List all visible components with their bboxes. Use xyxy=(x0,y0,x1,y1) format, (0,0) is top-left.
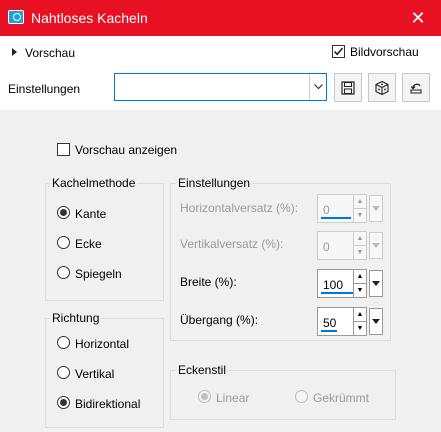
bildvorschau-checkbox[interactable] xyxy=(332,45,345,58)
radio-gekruemmt-label[interactable]: Gekrümmt xyxy=(313,391,369,405)
show-preview-checkbox[interactable] xyxy=(57,143,70,156)
caret-down-icon xyxy=(372,206,380,211)
caret-down-icon xyxy=(372,281,380,286)
radio-ecke[interactable] xyxy=(57,236,70,249)
horizontalversatz-slider-fill xyxy=(321,217,351,219)
spin-up-icon[interactable]: ▲ xyxy=(354,308,366,322)
reset-button[interactable] xyxy=(402,73,430,102)
radio-vertikal[interactable] xyxy=(57,366,70,379)
vertikalversatz-dropdown[interactable] xyxy=(369,232,383,259)
spin-up-icon[interactable]: ▲ xyxy=(354,195,366,209)
uebergang-spin-buttons[interactable]: ▲ ▼ xyxy=(353,308,366,335)
title-bar: Nahtloses Kacheln ✕ xyxy=(0,0,441,36)
window-title: Nahtloses Kacheln xyxy=(31,10,148,26)
radio-horizontal[interactable] xyxy=(57,336,70,349)
kachelmethode-title: Kachelmethode xyxy=(50,176,138,190)
checkmark-icon xyxy=(333,47,344,56)
einstellungen-title: Einstellungen xyxy=(176,176,253,190)
radio-linear[interactable] xyxy=(198,390,211,403)
uebergang-value: 50 xyxy=(323,316,337,330)
radio-horizontal-label[interactable]: Horizontal xyxy=(75,337,129,351)
radio-vertikal-label[interactable]: Vertikal xyxy=(75,367,114,381)
uebergang-label: Übergang (%): xyxy=(180,313,259,327)
breite-dropdown[interactable] xyxy=(369,270,383,297)
horizontalversatz-spinbox[interactable]: 0 ▲ ▼ xyxy=(317,194,367,223)
spin-down-icon[interactable]: ▼ xyxy=(354,209,366,223)
caret-down-icon xyxy=(372,243,380,248)
show-preview-label[interactable]: Vorschau anzeigen xyxy=(75,143,177,157)
uebergang-dropdown[interactable] xyxy=(369,308,383,335)
settings-preset-label: Einstellungen xyxy=(8,82,81,96)
vertikalversatz-spinbox[interactable]: 0 ▲ ▼ xyxy=(317,231,367,260)
horizontalversatz-spin-buttons[interactable]: ▲ ▼ xyxy=(353,195,366,222)
breite-label: Breite (%): xyxy=(180,275,237,289)
radio-spiegeln[interactable] xyxy=(57,266,70,279)
horizontalversatz-dropdown[interactable] xyxy=(369,195,383,222)
vertikalversatz-value: 0 xyxy=(323,240,330,254)
save-icon xyxy=(341,80,355,95)
chevron-down-icon[interactable] xyxy=(309,74,326,100)
randomize-button[interactable] xyxy=(368,73,396,102)
bildvorschau-label[interactable]: Bildvorschau xyxy=(350,45,419,59)
radio-kante-label[interactable]: Kante xyxy=(75,207,106,221)
top-toolbar: Vorschau Bildvorschau Einstellungen xyxy=(0,36,441,110)
reset-icon xyxy=(410,83,422,94)
vertikalversatz-spin-buttons[interactable]: ▲ ▼ xyxy=(353,232,366,259)
spin-down-icon[interactable]: ▼ xyxy=(354,322,366,336)
breite-value: 100 xyxy=(323,278,344,292)
radio-linear-label[interactable]: Linear xyxy=(216,391,249,405)
radio-bidirektional[interactable] xyxy=(57,396,70,409)
breite-slider-fill xyxy=(321,292,353,294)
spin-down-icon[interactable]: ▼ xyxy=(354,284,366,298)
radio-gekruemmt[interactable] xyxy=(295,390,308,403)
radio-spiegeln-label[interactable]: Spiegeln xyxy=(75,267,122,281)
eckenstil-title: Eckenstil xyxy=(176,363,229,377)
breite-spin-buttons[interactable]: ▲ ▼ xyxy=(353,270,366,297)
save-preset-button[interactable] xyxy=(334,73,362,102)
breite-spinbox[interactable]: 100 ▲ ▼ xyxy=(317,269,367,298)
caret-down-icon xyxy=(372,319,380,324)
spin-up-icon[interactable]: ▲ xyxy=(354,232,366,246)
settings-preset-combo[interactable] xyxy=(114,73,327,101)
spin-down-icon[interactable]: ▼ xyxy=(354,246,366,260)
horizontalversatz-value: 0 xyxy=(323,203,330,217)
radio-kante[interactable] xyxy=(57,206,70,219)
radio-ecke-label[interactable]: Ecke xyxy=(75,237,102,251)
richtung-title: Richtung xyxy=(50,311,102,325)
close-button[interactable]: ✕ xyxy=(395,0,441,36)
radio-bidirektional-label[interactable]: Bidirektional xyxy=(75,397,140,411)
vertikalversatz-label: Vertikalversatz (%): xyxy=(180,237,284,251)
expand-triangle-icon[interactable] xyxy=(12,48,17,56)
camera-icon xyxy=(8,10,24,24)
spin-up-icon[interactable]: ▲ xyxy=(354,270,366,284)
uebergang-spinbox[interactable]: 50 ▲ ▼ xyxy=(317,307,367,336)
uebergang-slider-fill xyxy=(321,330,337,332)
horizontalversatz-label: Horizontalversatz (%): xyxy=(180,201,299,215)
preview-toggle-label[interactable]: Vorschau xyxy=(25,46,75,60)
random-cube-icon xyxy=(375,80,389,95)
